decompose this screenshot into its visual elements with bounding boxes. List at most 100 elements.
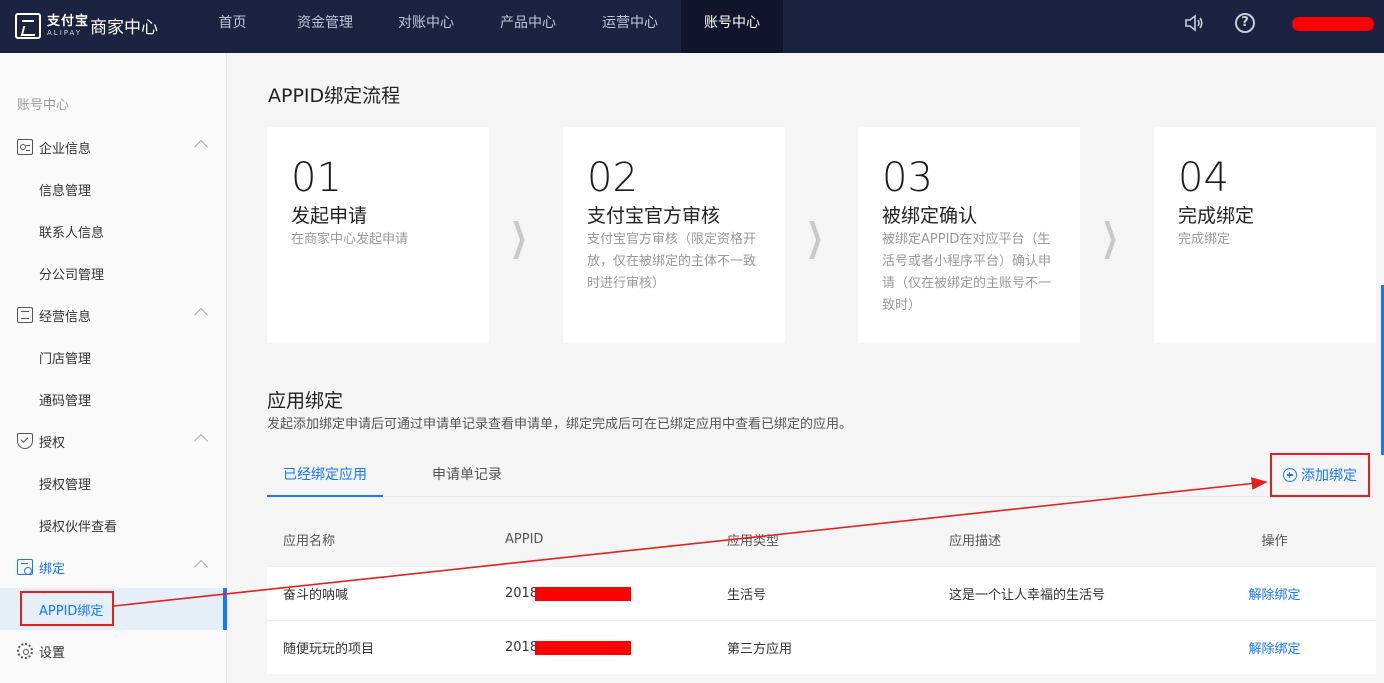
sidebar-section-binding[interactable]: 绑定	[0, 546, 227, 588]
main-content: APPID绑定流程 01 发起申请 在商家中心发起申请 ❯ 02 支付宝官方审核…	[228, 53, 1384, 683]
step-card-3: 03 被绑定确认 被绑定APPID在对应平台（生活号或者小程序平台）确认申请（仅…	[858, 127, 1080, 343]
cell-app-desc: 这是一个让人幸福的生活号	[949, 588, 1106, 603]
cell-action: 解除绑定	[1173, 638, 1376, 657]
annotation-box-appid	[20, 591, 114, 626]
sidebar-item-label: 授权	[39, 436, 66, 451]
step-card-4: 04 完成绑定 完成绑定	[1154, 127, 1376, 343]
redacted-appid	[535, 586, 632, 601]
step-title: 发起申请	[291, 205, 368, 227]
chevron-up-icon	[193, 139, 209, 155]
sidebar-item-label: 信息管理	[39, 184, 92, 199]
sidebar-item-info-management[interactable]: 信息管理	[0, 168, 227, 210]
add-binding-button[interactable]: 添加绑定	[1270, 453, 1370, 497]
unbind-link[interactable]: 解除绑定	[1248, 642, 1300, 657]
sidebar-item-settings[interactable]: 设置	[0, 630, 227, 672]
sidebar-item-contacts[interactable]: 联系人信息	[0, 210, 227, 252]
redacted-username[interactable]	[1292, 17, 1374, 31]
help-icon[interactable]: ?	[1235, 13, 1255, 33]
sidebar-item-label: 企业信息	[39, 142, 92, 157]
step-title: 被绑定确认	[882, 205, 978, 227]
chevron-up-icon	[193, 433, 209, 449]
col-header-desc: 应用描述	[949, 533, 1002, 549]
bound-apps-table: 应用名称 APPID 应用类型 应用描述 操作 奋斗的呐喊 2018 生活号 这…	[267, 512, 1376, 674]
sidebar: 账号中心 企业信息 信息管理 联系人信息 分公司管理 经营信息 门店管理 通码管…	[0, 53, 227, 683]
col-header-name: 应用名称	[283, 533, 336, 549]
table-header: 应用名称 APPID 应用类型 应用描述 操作	[267, 512, 1376, 566]
nav-funds[interactable]: 资金管理	[275, 0, 375, 53]
sidebar-header: 账号中心	[17, 98, 70, 113]
cell-app-name: 奋斗的呐喊	[283, 588, 349, 603]
step-title: 完成绑定	[1178, 205, 1255, 227]
tab-bound-apps[interactable]: 已经绑定应用	[267, 453, 383, 497]
sidebar-item-auth-partners[interactable]: 授权伙伴查看	[0, 504, 227, 546]
chevron-up-icon	[193, 559, 209, 575]
add-binding-label: 添加绑定	[1301, 468, 1357, 484]
col-header-type: 应用类型	[727, 533, 780, 549]
page-title: APPID绑定流程	[268, 85, 401, 107]
sidebar-item-store-management[interactable]: 门店管理	[0, 336, 227, 378]
col-header-action: 操作	[1261, 533, 1288, 549]
logo-text-en: ALIPAY	[47, 29, 83, 37]
table-row: 奋斗的呐喊 2018 生活号 这是一个让人幸福的生活号 解除绑定	[267, 566, 1376, 620]
step-number: 03	[882, 155, 933, 201]
main-nav: 首页 资金管理 对账中心 产品中心 运营中心 账号中心	[190, 0, 783, 53]
step-arrow-icon: ❯	[510, 215, 528, 259]
cell-app-name: 随便玩玩的项目	[283, 642, 375, 657]
sidebar-section-authorization[interactable]: 授权	[0, 420, 227, 462]
redacted-appid	[535, 640, 632, 655]
document-list-icon	[17, 307, 33, 323]
nav-home[interactable]: 首页	[190, 0, 275, 53]
chevron-up-icon	[193, 307, 209, 323]
app-title: 商家中心	[90, 18, 158, 38]
unbind-link[interactable]: 解除绑定	[1248, 588, 1300, 603]
sidebar-item-label: 绑定	[39, 562, 66, 577]
nav-operations[interactable]: 运营中心	[579, 0, 681, 53]
cell-appid: 2018	[489, 586, 711, 601]
sidebar-item-label: 设置	[39, 646, 66, 661]
alipay-logo-icon	[15, 13, 41, 39]
nav-products[interactable]: 产品中心	[477, 0, 579, 53]
sidebar-item-label: 门店管理	[39, 352, 92, 367]
sidebar-item-label: 分公司管理	[39, 268, 105, 283]
id-card-icon	[17, 139, 33, 155]
tab-application-records[interactable]: 申请单记录	[409, 453, 525, 497]
alipay-logo[interactable]: 支付宝 ALIPAY	[15, 11, 89, 41]
sidebar-item-label: 授权伙伴查看	[39, 520, 118, 535]
step-title: 支付宝官方审核	[587, 205, 721, 227]
step-arrow-icon: ❯	[1101, 215, 1119, 259]
step-description: 完成绑定	[1178, 232, 1231, 247]
sidebar-section-business-info[interactable]: 经营信息	[0, 294, 227, 336]
step-number: 01	[291, 155, 342, 201]
step-card-2: 02 支付宝官方审核 支付宝官方审核（限定资格开放，仅在被绑定的主体不一致时进行…	[563, 127, 785, 343]
sidebar-item-branch-management[interactable]: 分公司管理	[0, 252, 227, 294]
sidebar-item-code-management[interactable]: 通码管理	[0, 378, 227, 420]
plus-circle-icon	[1283, 468, 1297, 482]
bind-icon	[17, 559, 33, 575]
sidebar-item-label: 联系人信息	[39, 226, 105, 241]
nav-reconciliation[interactable]: 对账中心	[375, 0, 477, 53]
cell-action: 解除绑定	[1173, 584, 1376, 603]
col-header-appid: APPID	[505, 531, 544, 547]
top-nav-bar: 支付宝 ALIPAY 商家中心 首页 资金管理 对账中心 产品中心 运营中心 账…	[0, 0, 1384, 53]
step-card-1: 01 发起申请 在商家中心发起申请	[267, 127, 489, 343]
cell-appid: 2018	[489, 640, 711, 655]
sidebar-item-auth-management[interactable]: 授权管理	[0, 462, 227, 504]
nav-account-center[interactable]: 账号中心	[681, 0, 783, 53]
cell-app-type: 生活号	[727, 588, 767, 603]
sidebar-item-label: 授权管理	[39, 478, 92, 493]
step-number: 02	[587, 155, 638, 201]
step-description: 在商家中心发起申请	[291, 232, 409, 247]
step-description: 支付宝官方审核（限定资格开放，仅在被绑定的主体不一致时进行审核）	[587, 232, 757, 291]
logo-text-cn: 支付宝	[47, 14, 90, 29]
step-number: 04	[1178, 155, 1229, 201]
tab-bar: 已经绑定应用 申请单记录	[267, 453, 1373, 497]
section-description: 发起添加绑定申请后可通过申请单记录查看申请单，绑定完成后可在已绑定应用中查看已绑…	[267, 417, 853, 432]
speaker-icon[interactable]	[1184, 14, 1204, 32]
step-description: 被绑定APPID在对应平台（生活号或者小程序平台）确认申请（仅在被绑定的主账号不…	[882, 232, 1052, 313]
table-row: 随便玩玩的项目 2018 第三方应用 解除绑定	[267, 620, 1376, 674]
shield-check-icon	[17, 433, 33, 449]
section-title: 应用绑定	[267, 390, 344, 412]
sidebar-section-company-info[interactable]: 企业信息	[0, 126, 227, 168]
sidebar-item-label: 经营信息	[39, 310, 92, 325]
cell-app-type: 第三方应用	[727, 642, 793, 657]
